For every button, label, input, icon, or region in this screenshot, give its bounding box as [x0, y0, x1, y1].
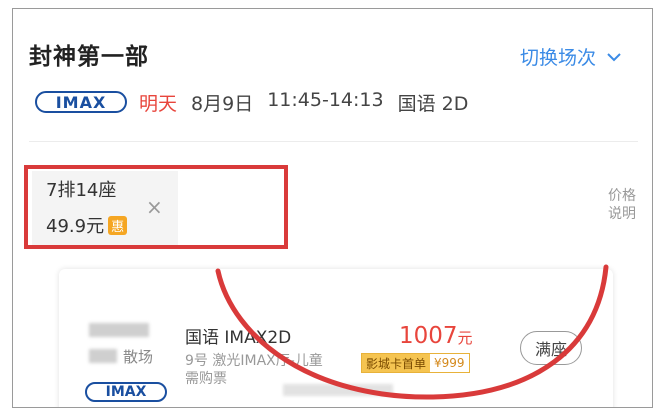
card-need-ticket: 需购票 [185, 371, 227, 387]
watermark [283, 384, 393, 396]
divider [29, 141, 638, 142]
promo-label: 影城卡首单 [362, 354, 431, 372]
card-price: 1007元 [399, 323, 473, 349]
promo-price: ¥999 [430, 354, 469, 372]
card-price-value: 1007 [399, 323, 458, 349]
session-time: 11:45-14:13 [267, 89, 384, 111]
card-imax-badge: IMAX [85, 382, 167, 402]
card-price-unit: 元 [457, 329, 473, 347]
promo-badge: 影城卡首单 ¥999 [361, 353, 470, 373]
price-note-line1: 价格 [608, 188, 636, 204]
card-hall-info: 9号 激光IMAX厅-儿童 [185, 353, 323, 369]
switch-session-label: 切换场次 [519, 47, 596, 69]
card-end-label: 散场 [123, 348, 154, 366]
annotation-box [24, 165, 288, 249]
session-info: 明天 8月9日 11:45-14:13 国语 2D [139, 89, 468, 116]
price-explanation-link[interactable]: 价格 说明 [604, 187, 640, 223]
sold-out-button[interactable]: 满座 [520, 331, 582, 365]
card-format: 国语 IMAX2D [185, 328, 292, 348]
movie-title: 封神第一部 [29, 44, 149, 70]
imax-badge: IMAX [35, 91, 127, 113]
app-frame: 封神第一部 切换场次 IMAX 明天 8月9日 11:45-14:13 国语 2… [12, 8, 653, 408]
chevron-down-icon [607, 52, 621, 61]
blurred-text [89, 349, 117, 363]
session-day: 明天 [139, 93, 178, 115]
session-format: 国语 2D [397, 93, 469, 115]
blurred-text [89, 323, 149, 337]
session-date: 8月9日 [191, 93, 254, 115]
switch-session-button[interactable]: 切换场次 [520, 43, 622, 70]
price-note-line2: 说明 [608, 206, 636, 222]
